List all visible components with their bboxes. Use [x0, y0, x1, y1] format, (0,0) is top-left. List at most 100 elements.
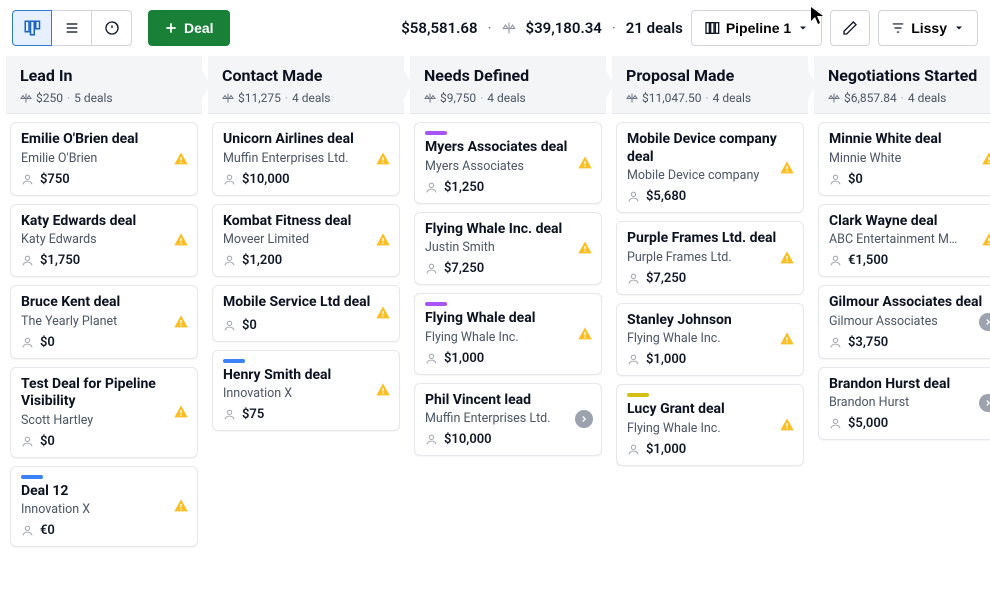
- person-icon: [627, 272, 640, 285]
- deal-org: Myers Associates: [425, 159, 591, 174]
- deal-card[interactable]: Lucy Grant dealFlying Whale Inc.$1,000: [616, 384, 804, 466]
- deal-org: ABC Entertainment M…: [829, 232, 990, 247]
- column-deal-count: 5 deals: [74, 91, 113, 105]
- deal-title: Flying Whale Inc. deal: [425, 221, 591, 239]
- deal-value: €1,500: [848, 253, 888, 268]
- warning-icon: [375, 382, 391, 398]
- deal-org: Flying Whale Inc.: [627, 421, 793, 436]
- deal-card[interactable]: Purple Frames Ltd. dealPurple Frames Ltd…: [616, 221, 804, 295]
- deal-value-row: $1,000: [627, 442, 793, 457]
- column-amount: $9,750: [440, 91, 476, 105]
- deal-value: $0: [848, 172, 863, 187]
- next-stage-icon[interactable]: [979, 394, 990, 412]
- deal-card[interactable]: Emilie O'Brien dealEmilie O'Brien$750: [10, 122, 198, 196]
- deal-org: Innovation X: [223, 386, 389, 401]
- deal-title: Mobile Service Ltd deal: [223, 294, 389, 312]
- deal-card[interactable]: Test Deal for Pipeline VisibilityScott H…: [10, 367, 198, 458]
- deal-value-row: $1,250: [425, 180, 591, 195]
- deal-card[interactable]: Stanley JohnsonFlying Whale Inc.$1,000: [616, 303, 804, 377]
- deal-card[interactable]: Mobile Device company dealMobile Device …: [616, 122, 804, 213]
- deal-card[interactable]: Gilmour Associates dealGilmour Associate…: [818, 285, 990, 359]
- deal-value-row: $7,250: [627, 271, 793, 286]
- column-header[interactable]: Contact Made$11,275·4 deals: [208, 56, 404, 114]
- deal-card[interactable]: Bruce Kent dealThe Yearly Planet$0: [10, 285, 198, 359]
- deal-value: $1,200: [242, 253, 282, 268]
- deal-org: Minnie White: [829, 151, 990, 166]
- deal-value-row: $7,250: [425, 261, 591, 276]
- deal-value: $1,750: [40, 253, 80, 268]
- person-icon: [223, 408, 236, 421]
- deal-card[interactable]: Phil Vincent leadMuffin Enterprises Ltd.…: [414, 383, 602, 457]
- deal-card[interactable]: Henry Smith dealInnovation X $75: [212, 350, 400, 432]
- add-deal-button[interactable]: Deal: [148, 10, 230, 46]
- column-subtitle: $9,750·4 deals: [424, 91, 594, 105]
- column-header[interactable]: Negotiations Started $6,857.84·4 deals: [814, 56, 990, 114]
- warning-icon: [577, 240, 593, 256]
- deal-value: $1,000: [646, 442, 686, 457]
- pipeline-column: Lead In$250·5 deals Emilie O'Brien dealEm…: [6, 56, 202, 555]
- stats-separator: ·: [488, 19, 492, 37]
- deal-card[interactable]: Brandon Hurst dealBrandon Hurst$5,000: [818, 367, 990, 441]
- next-stage-icon[interactable]: [575, 410, 593, 428]
- pipeline-label: Pipeline 1: [726, 20, 791, 36]
- deal-title: Deal 12: [21, 483, 187, 501]
- user-filter-button[interactable]: Lissy: [878, 10, 978, 46]
- deal-card[interactable]: Minnie White dealMinnie White$0: [818, 122, 990, 196]
- deal-value-row: $1,000: [627, 352, 793, 367]
- deal-card[interactable]: Katy Edwards dealKaty Edwards$1,750: [10, 204, 198, 278]
- deal-title: Katy Edwards deal: [21, 213, 187, 231]
- person-icon: [223, 319, 236, 332]
- deal-value-row: $5,680: [627, 189, 793, 204]
- column-deal-count: 4 deals: [487, 91, 526, 105]
- deal-card[interactable]: Deal 12Innovation X€0: [10, 466, 198, 548]
- person-icon: [21, 336, 34, 349]
- add-deal-label: Deal: [184, 20, 214, 36]
- deal-card[interactable]: Unicorn Airlines dealMuffin Enterprises …: [212, 122, 400, 196]
- deal-value-row: $75: [223, 407, 389, 422]
- scale-icon: [20, 92, 32, 104]
- edit-pipeline-button[interactable]: [830, 10, 870, 46]
- column-title: Contact Made: [222, 66, 392, 85]
- deal-title: Henry Smith deal: [223, 367, 389, 385]
- deal-card[interactable]: Flying Whale Inc. dealJustin Smith$7,250: [414, 212, 602, 286]
- kanban-view-button[interactable]: [12, 10, 52, 46]
- stats-separator: ·: [612, 19, 616, 37]
- column-title: Negotiations Started: [828, 66, 990, 85]
- person-icon: [425, 352, 438, 365]
- deal-card[interactable]: Myers Associates dealMyers Associates$1,…: [414, 122, 602, 204]
- column-header[interactable]: Needs Defined$9,750·4 deals: [410, 56, 606, 114]
- column-cards: Mobile Device company dealMobile Device …: [612, 114, 808, 474]
- warning-icon: [779, 160, 795, 176]
- deal-value-row: $10,000: [425, 432, 591, 447]
- deal-card[interactable]: Flying Whale dealFlying Whale Inc.$1,000: [414, 293, 602, 375]
- column-amount: $6,857.84: [844, 91, 897, 105]
- column-header[interactable]: Lead In$250·5 deals: [6, 56, 202, 114]
- next-stage-icon[interactable]: [979, 313, 990, 331]
- kanban-board: Lead In$250·5 deals Emilie O'Brien dealEm…: [0, 56, 990, 555]
- deal-value-row: $5,000: [829, 416, 990, 431]
- deal-title: Test Deal for Pipeline Visibility: [21, 376, 187, 411]
- deal-card[interactable]: Clark Wayne dealABC Entertainment M…€1,5…: [818, 204, 990, 278]
- deal-card[interactable]: Mobile Service Ltd deal$0: [212, 285, 400, 342]
- column-subtitle: $6,857.84·4 deals: [828, 91, 990, 105]
- forecast-view-button[interactable]: [92, 10, 132, 46]
- deal-title: Phil Vincent lead: [425, 392, 591, 410]
- chevron-down-icon: [953, 22, 965, 34]
- deal-org: Gilmour Associates: [829, 314, 990, 329]
- person-icon: [223, 254, 236, 267]
- column-amount: $11,047.50: [642, 91, 701, 105]
- pipeline-selector[interactable]: Pipeline 1: [691, 10, 822, 46]
- person-icon: [425, 433, 438, 446]
- person-icon: [829, 336, 842, 349]
- warning-icon: [173, 232, 189, 248]
- deal-title: Kombat Fitness deal: [223, 213, 389, 231]
- deal-org: Flying Whale Inc.: [425, 330, 591, 345]
- column-header[interactable]: Proposal Made$11,047.50·4 deals: [612, 56, 808, 114]
- list-view-button[interactable]: [52, 10, 92, 46]
- plus-icon: [164, 21, 178, 35]
- warning-icon: [577, 155, 593, 171]
- warning-icon: [173, 404, 189, 420]
- person-icon: [829, 254, 842, 267]
- scale-icon: [828, 92, 840, 104]
- deal-card[interactable]: Kombat Fitness dealMoveer Limited$1,200: [212, 204, 400, 278]
